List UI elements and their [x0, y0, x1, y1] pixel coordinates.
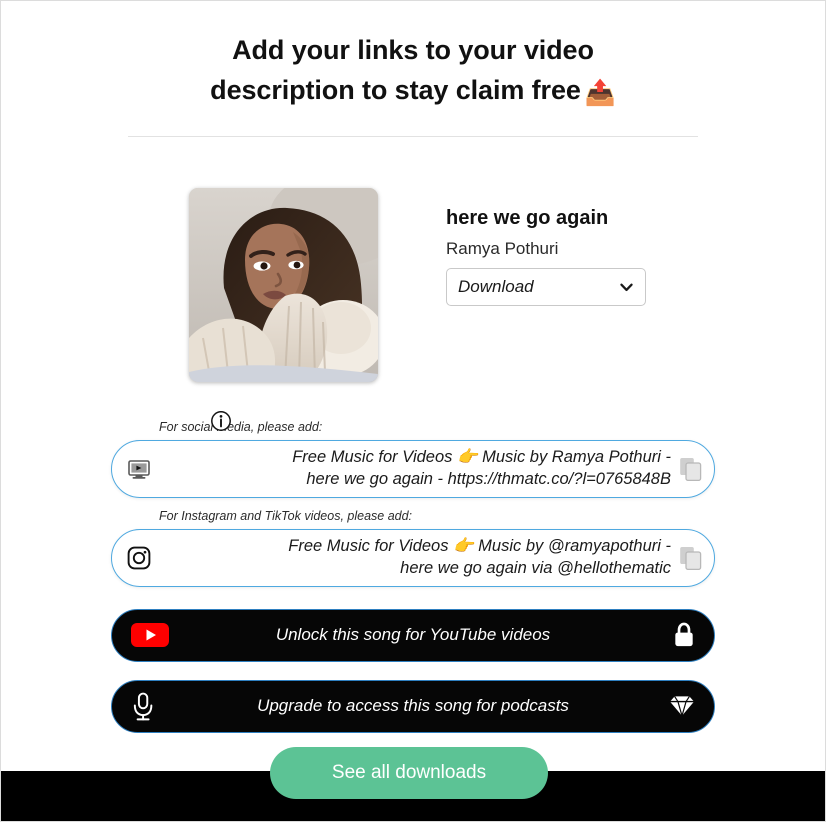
- copy-icon[interactable]: [679, 456, 702, 482]
- social-copy-line1: Free Music for Videos 👉 Music by Ramya P…: [292, 448, 671, 467]
- see-all-downloads-button[interactable]: See all downloads: [270, 747, 548, 799]
- social-copy-text: Free Music for Videos 👉 Music by Ramya P…: [152, 447, 679, 491]
- social-instruction: For social media, please add:: [1, 411, 825, 434]
- song-artist: Ramya Pothuri: [446, 238, 559, 258]
- instagram-copy-box[interactable]: Free Music for Videos 👉 Music by @ramyap…: [111, 528, 715, 587]
- download-select[interactable]: Download: [446, 268, 646, 307]
- screen-play-icon: [126, 456, 152, 482]
- thematic-download-page: Add your links to your video description…: [0, 0, 826, 822]
- social-copy-box[interactable]: Free Music for Videos 👉 Music by Ramya P…: [111, 439, 715, 498]
- chevron-down-icon: [619, 280, 634, 295]
- lock-icon: [656, 621, 696, 649]
- song-title: here we go again: [446, 206, 609, 229]
- diamond-icon: [656, 694, 696, 718]
- instagram-instruction-label: For Instagram and TikTok videos, please …: [159, 508, 413, 523]
- info-icon[interactable]: [210, 410, 232, 432]
- instagram-instruction: For Instagram and TikTok videos, please …: [1, 509, 825, 523]
- page-title: Add your links to your video description…: [111, 31, 715, 112]
- album-artwork: [189, 187, 378, 382]
- instagram-copy-text: Free Music for Videos 👉 Music by @ramyap…: [152, 536, 679, 580]
- social-instruction-label: For social media, please add:: [159, 419, 323, 434]
- upgrade-podcast-label: Upgrade to access this song for podcasts: [257, 696, 569, 716]
- microphone-icon: [130, 691, 170, 721]
- upgrade-podcast-button[interactable]: Upgrade to access this song for podcasts: [111, 679, 715, 733]
- page-header: Add your links to your video description…: [1, 1, 825, 137]
- instagram-copy-line1: Free Music for Videos 👉 Music by @ramyap…: [288, 537, 671, 556]
- download-select-value: Download: [458, 277, 534, 297]
- song-row: here we go again Ramya Pothuri Download: [1, 187, 825, 382]
- instagram-icon: [126, 545, 152, 571]
- song-meta: here we go again Ramya Pothuri Download: [446, 188, 646, 307]
- unlock-youtube-label: Unlock this song for YouTube videos: [275, 625, 551, 645]
- outbox-tray-emoji: 📤: [584, 78, 616, 107]
- social-copy-line2: here we go again - https://thmatc.co/?l=…: [306, 469, 671, 488]
- copy-icon[interactable]: [679, 545, 702, 571]
- instagram-copy-line2: here we go again via @hellothematic: [400, 558, 671, 577]
- page-title-line1: Add your links to your video: [232, 35, 594, 65]
- unlock-youtube-button[interactable]: Unlock this song for YouTube videos: [111, 608, 715, 662]
- header-divider: [128, 135, 698, 137]
- youtube-icon: [130, 621, 170, 649]
- page-title-line2: description to stay claim free: [210, 74, 581, 105]
